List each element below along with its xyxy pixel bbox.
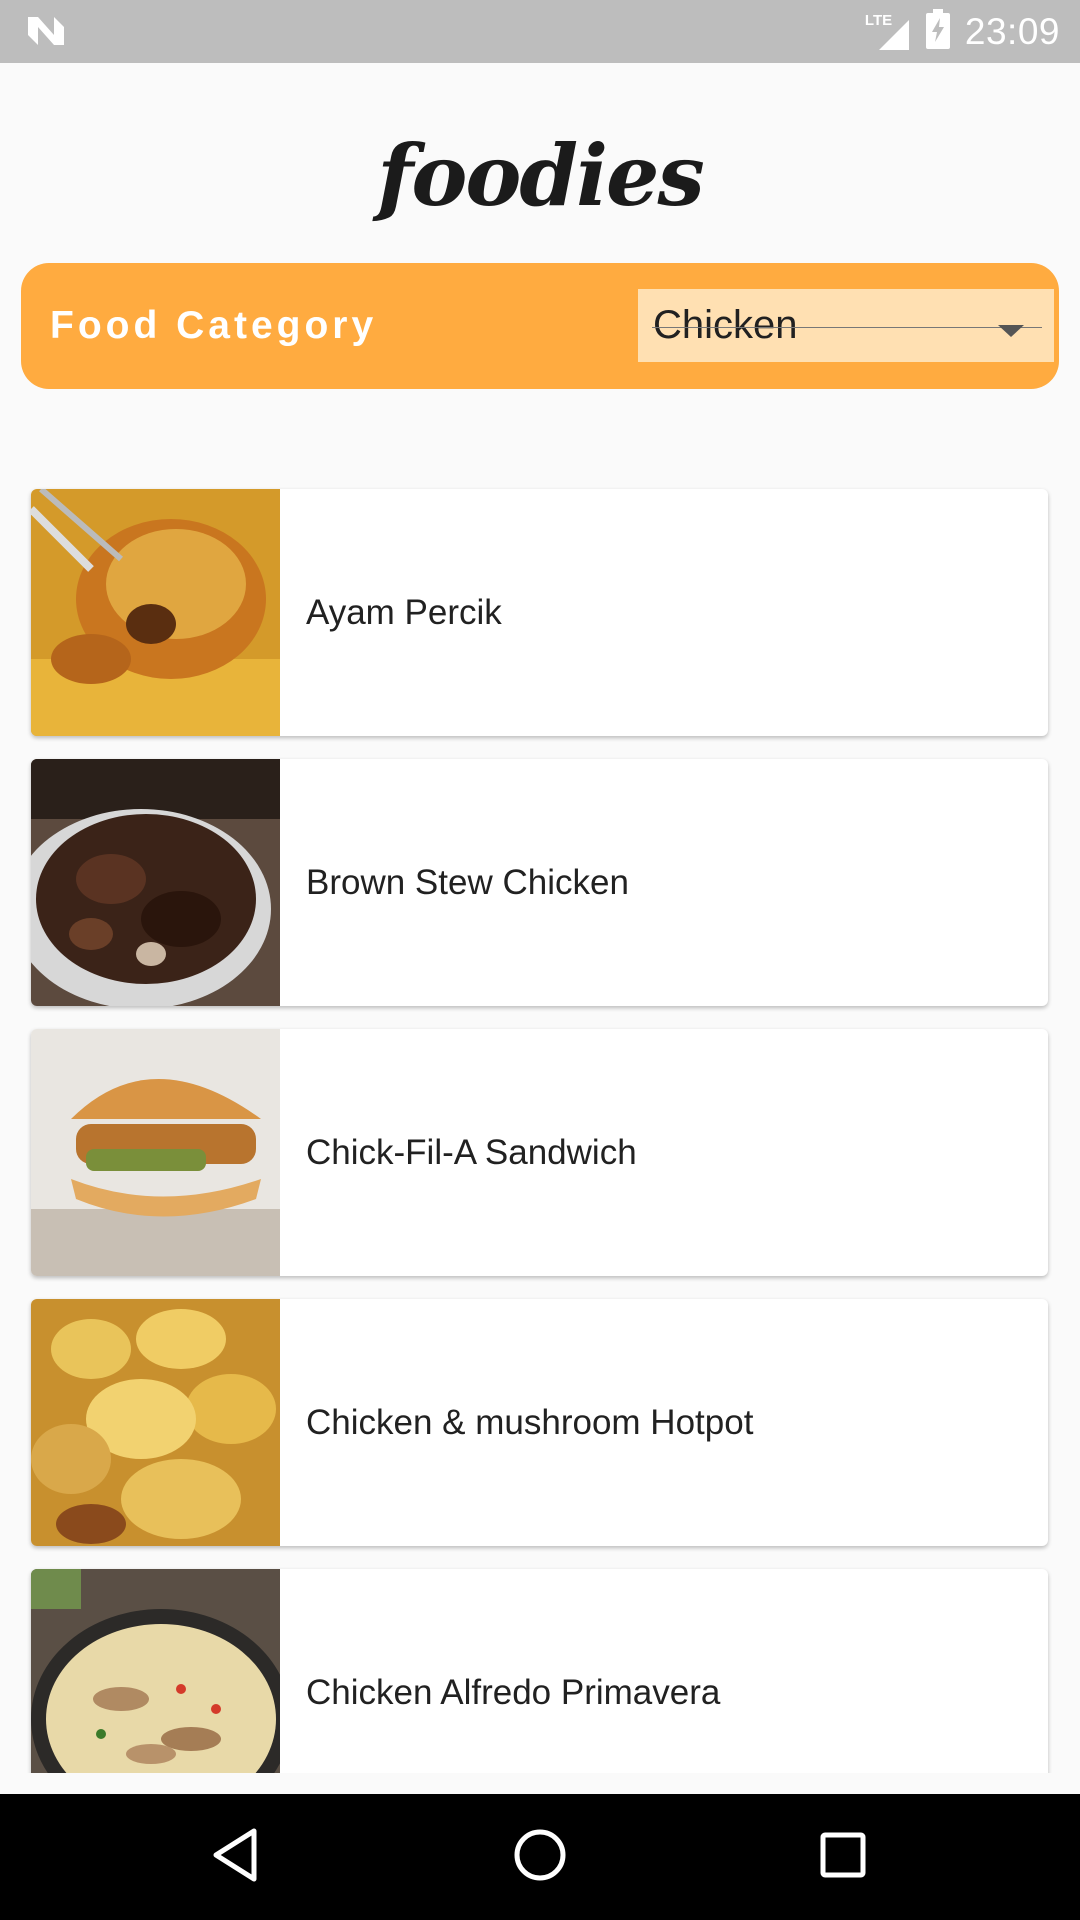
recipe-thumbnail xyxy=(31,1029,280,1276)
clock: 23:09 xyxy=(964,10,1060,52)
recipe-list[interactable]: Ayam Percik Brown Stew Chicken Chick-Fil… xyxy=(0,470,1080,1773)
category-dropdown-value: Chicken xyxy=(653,303,798,347)
recipe-card[interactable]: Chick-Fil-A Sandwich xyxy=(31,1029,1048,1276)
recipe-name: Brown Stew Chicken xyxy=(306,862,629,902)
recipe-card[interactable]: Ayam Percik xyxy=(31,489,1048,736)
recipe-thumbnail xyxy=(31,759,280,1006)
notification-n-icon xyxy=(26,13,66,54)
recipe-thumbnail xyxy=(31,1569,291,1773)
system-navigation-bar xyxy=(0,1794,1080,1920)
lte-signal-icon: LTE xyxy=(865,12,911,52)
dropdown-underline xyxy=(652,327,1042,328)
food-category-bar: Food Category Chicken xyxy=(21,263,1059,389)
recipe-name: Chicken & mushroom Hotpot xyxy=(306,1402,754,1442)
recipe-name: Chicken Alfredo Primavera xyxy=(306,1672,721,1712)
recipe-thumbnail xyxy=(31,489,280,736)
home-icon[interactable] xyxy=(512,1825,568,1890)
category-dropdown[interactable]: Chicken xyxy=(638,289,1054,362)
recipe-card[interactable]: Brown Stew Chicken xyxy=(31,759,1048,1006)
recipe-name: Ayam Percik xyxy=(306,592,502,632)
status-bar: LTE 23:09 xyxy=(0,0,1080,63)
recents-icon[interactable] xyxy=(818,1825,868,1890)
chevron-down-icon xyxy=(998,325,1024,337)
recipe-name: Chick-Fil-A Sandwich xyxy=(306,1132,637,1172)
food-category-label: Food Category xyxy=(50,304,378,347)
recipe-card[interactable]: Chicken & mushroom Hotpot xyxy=(31,1299,1048,1546)
battery-charging-icon xyxy=(925,9,951,54)
back-icon[interactable] xyxy=(210,1825,260,1890)
app-logo: foodies xyxy=(0,118,1080,233)
recipe-thumbnail xyxy=(31,1299,280,1546)
logo-text: foodies xyxy=(377,126,705,225)
recipe-card[interactable]: Chicken Alfredo Primavera xyxy=(31,1569,1048,1773)
